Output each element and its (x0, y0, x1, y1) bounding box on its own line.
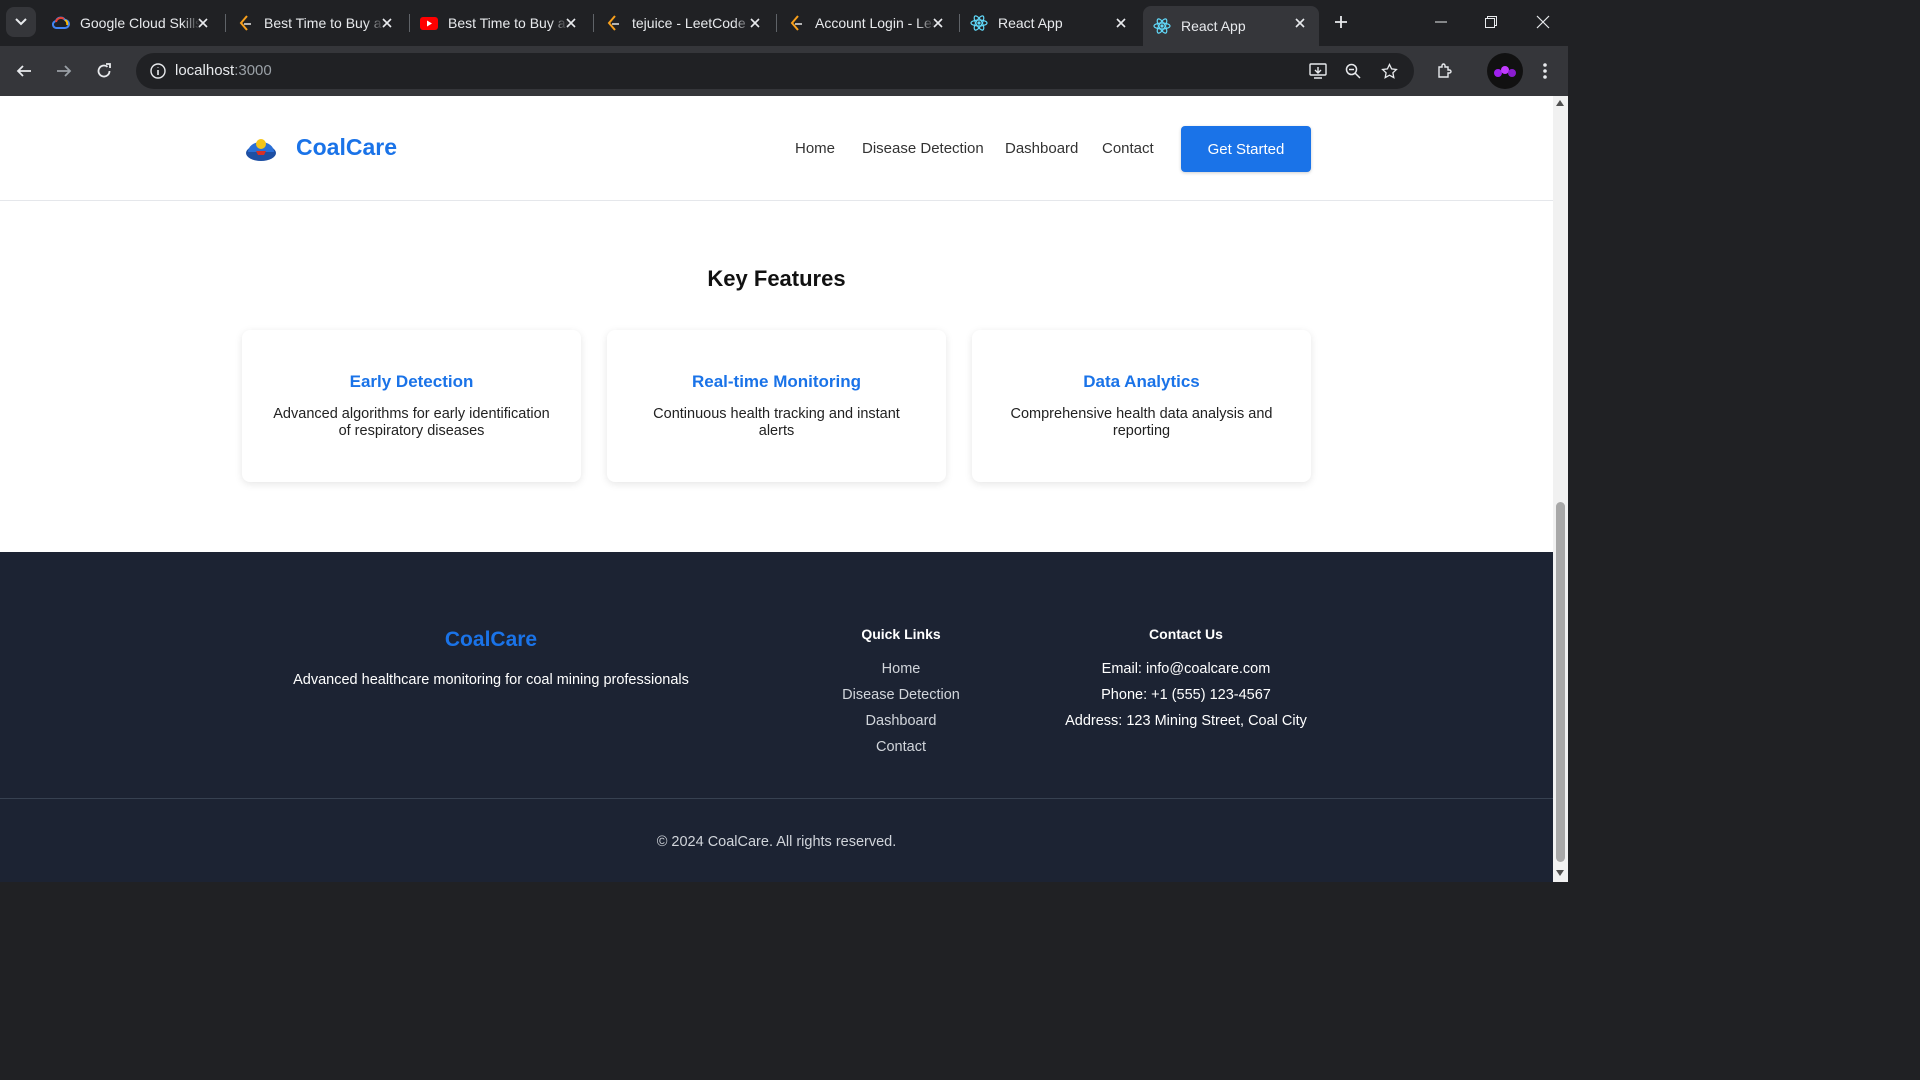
extensions-icon[interactable] (1431, 57, 1459, 85)
site-footer: CoalCare Advanced healthcare monitoring … (0, 552, 1553, 882)
feature-card: Real-time Monitoring Continuous health t… (607, 330, 946, 482)
feature-card-description: Continuous health tracking and instant a… (653, 406, 900, 439)
forward-button[interactable] (50, 57, 78, 85)
tab-title: Google Cloud Skills Boost (80, 15, 200, 31)
footer-link-dashboard[interactable]: Dashboard (801, 713, 1001, 729)
feature-card-title: Early Detection (349, 372, 474, 391)
miner-helmet-icon[interactable] (244, 134, 278, 164)
tab-search-button[interactable] (6, 7, 36, 37)
scroll-up-icon[interactable] (1556, 100, 1564, 106)
footer-link-contact[interactable]: Contact (801, 739, 1001, 755)
avatar-image-icon (1494, 66, 1516, 77)
leetcode-icon (236, 14, 254, 32)
close-icon[interactable] (929, 14, 947, 32)
google-cloud-icon (52, 14, 70, 32)
bookmark-star-icon[interactable] (1375, 57, 1403, 85)
contact-email: Email: info@coalcare.com (1101, 661, 1271, 677)
url-text[interactable]: localhost:3000 (175, 62, 272, 79)
youtube-icon (420, 14, 438, 32)
copyright-text: © 2024 CoalCare. All rights reserved. (656, 834, 897, 850)
plus-icon (1335, 16, 1347, 28)
features-section-title: Key Features (707, 266, 846, 291)
scroll-down-icon[interactable] (1556, 870, 1564, 876)
close-icon[interactable] (746, 14, 764, 32)
browser-tab[interactable]: Best Time to Buy and Sell (226, 6, 406, 40)
url-port: :3000 (234, 62, 272, 79)
browser-tab[interactable]: Best Time to Buy and Sell (410, 6, 590, 40)
page-viewport: CoalCare Home Disease Detection Dashboar… (0, 96, 1553, 882)
feature-card-title: Data Analytics (1083, 372, 1200, 391)
nav-contact-link[interactable]: Contact (1102, 140, 1154, 157)
nav-disease-detection-link[interactable]: Disease Detection (862, 140, 984, 157)
contact-phone: Phone: +1 (555) 123-4567 (1101, 687, 1271, 703)
profile-avatar[interactable] (1487, 53, 1523, 89)
back-button[interactable] (10, 57, 38, 85)
close-icon[interactable] (1112, 14, 1130, 32)
reload-button[interactable] (90, 57, 118, 85)
get-started-button[interactable]: Get Started (1181, 126, 1311, 172)
url-host: localhost (175, 62, 235, 79)
footer-brand: CoalCare (444, 628, 538, 651)
tab-title: React App (1181, 18, 1246, 34)
react-icon (970, 14, 988, 32)
leetcode-icon (787, 14, 805, 32)
browser-tab[interactable]: React App (960, 6, 1140, 40)
scrollbar-thumb[interactable] (1556, 502, 1565, 862)
footer-link-home[interactable]: Home (801, 661, 1001, 677)
quick-links-title: Quick Links (861, 626, 941, 642)
browser-tab-active[interactable]: React App (1143, 6, 1319, 46)
restore-icon (1485, 16, 1497, 28)
browser-tab[interactable]: Google Cloud Skills Boost (42, 6, 222, 40)
feature-card-description: Comprehensive health data analysis and r… (1010, 406, 1273, 439)
tab-title: tejuice - LeetCode (632, 15, 746, 31)
zoom-icon[interactable] (1339, 57, 1367, 85)
tab-title: React App (998, 15, 1063, 31)
arrow-left-icon (16, 65, 31, 77)
nav-home-link[interactable]: Home (795, 140, 835, 157)
browser-tab-strip: Google Cloud Skills Boost Best Time to B… (0, 0, 1568, 46)
feature-card: Early Detection Advanced algorithms for … (242, 330, 581, 482)
tab-title: Account Login - LeetCode (815, 15, 935, 31)
close-window-button[interactable] (1518, 0, 1568, 44)
close-icon[interactable] (378, 14, 396, 32)
close-icon[interactable] (194, 14, 212, 32)
nav-dashboard-link[interactable]: Dashboard (1005, 140, 1078, 157)
close-icon[interactable] (562, 14, 580, 32)
site-info-icon[interactable] (144, 57, 172, 85)
tab-title: Best Time to Buy and Sell (264, 15, 384, 31)
minimize-icon (1435, 21, 1447, 23)
feature-card: Data Analytics Comprehensive health data… (972, 330, 1311, 482)
footer-divider (0, 798, 1553, 799)
feature-card-title: Real-time Monitoring (691, 372, 862, 391)
new-tab-button[interactable] (1328, 9, 1354, 35)
contact-us-title: Contact Us (1149, 626, 1223, 642)
react-icon (1153, 17, 1171, 35)
page-scrollbar[interactable] (1553, 96, 1568, 882)
site-header: CoalCare Home Disease Detection Dashboar… (0, 96, 1553, 201)
footer-link-disease-detection[interactable]: Disease Detection (801, 687, 1001, 703)
chevron-down-icon (15, 18, 27, 26)
feature-card-description: Advanced algorithms for early identifica… (273, 406, 550, 439)
brand-logo-text[interactable]: CoalCare (296, 134, 397, 161)
install-app-icon[interactable] (1304, 57, 1332, 85)
address-bar[interactable]: localhost:3000 (136, 53, 1414, 89)
browser-toolbar: localhost:3000 (0, 46, 1568, 96)
footer-tagline: Advanced healthcare monitoring for coal … (293, 672, 689, 688)
browser-tab[interactable]: tejuice - LeetCode (594, 6, 774, 40)
reload-icon (97, 63, 111, 78)
leetcode-icon (604, 14, 622, 32)
more-vert-icon (1543, 63, 1547, 79)
minimize-button[interactable] (1416, 0, 1466, 44)
tab-title: Best Time to Buy and Sell (448, 15, 568, 31)
contact-address: Address: 123 Mining Street, Coal City (1065, 713, 1307, 729)
close-icon (1536, 15, 1550, 29)
restore-button[interactable] (1466, 0, 1516, 44)
arrow-right-icon (57, 65, 72, 77)
close-icon[interactable] (1291, 14, 1309, 32)
browser-tab[interactable]: Account Login - LeetCode (777, 6, 957, 40)
browser-menu-button[interactable] (1531, 57, 1559, 85)
